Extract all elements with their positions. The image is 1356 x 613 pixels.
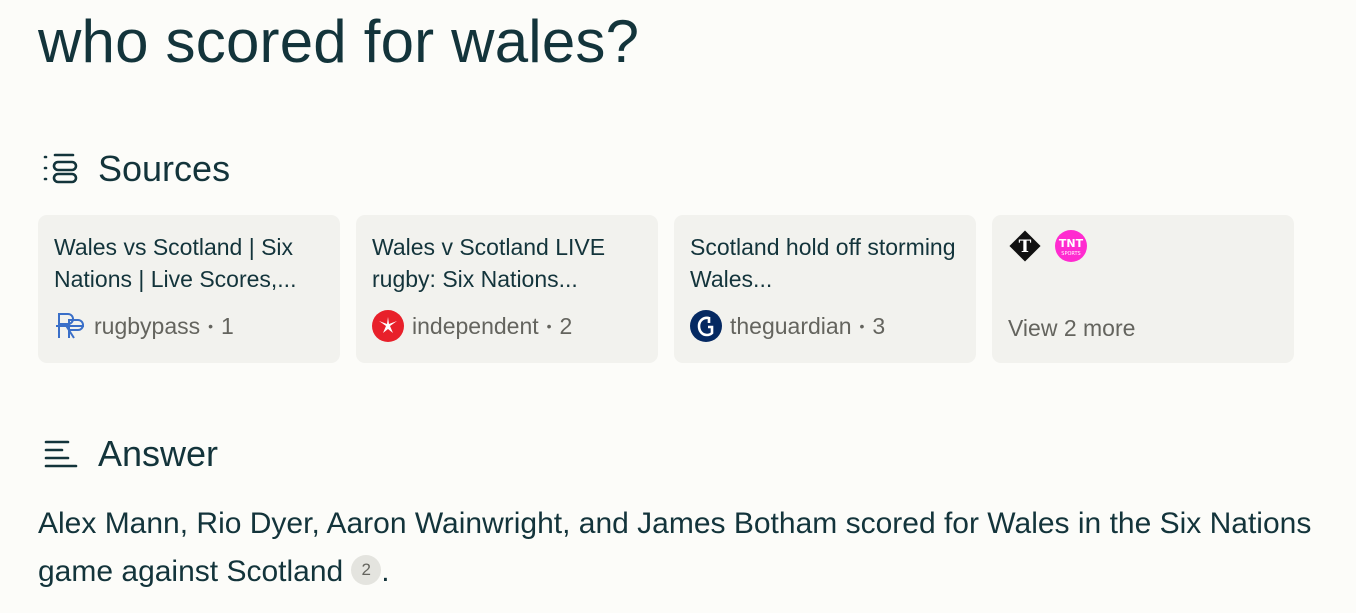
source-number: 2 (559, 312, 573, 339)
svg-text:T: T (1019, 237, 1032, 257)
answer-title: Answer (98, 433, 219, 474)
source-title: Wales v Scotland LIVE rugby: Six Nations… (372, 234, 606, 292)
view-more-sources-card[interactable]: T TNT SPORTS View 2 more (992, 215, 1294, 363)
meta-separator: • (208, 318, 214, 334)
source-meta: rugbypass • 1 (54, 310, 234, 342)
source-site: rugbypass (94, 312, 201, 339)
sources-header: Sources (42, 148, 230, 190)
sources-title: Sources (98, 148, 231, 189)
source-number: 1 (221, 312, 234, 339)
source-meta: theguardian • 3 (690, 310, 885, 342)
answer-text: Alex Mann, Rio Dyer, Aaron Wainwright, a… (38, 507, 1312, 588)
source-meta: independent • 2 (372, 310, 572, 342)
rugbypass-icon (54, 310, 86, 342)
source-card-rugbypass[interactable]: Wales vs Scotland | Six Nations | Live S… (38, 215, 340, 363)
source-title: Scotland hold off storming Wales... (690, 234, 956, 292)
answer-header: Answer (42, 433, 218, 475)
source-title: Wales vs Scotland | Six Nations | Live S… (54, 234, 297, 292)
answer-end: . (381, 555, 390, 588)
independent-icon (372, 310, 404, 342)
source-cards: Wales vs Scotland | Six Nations | Live S… (38, 215, 1294, 363)
telegraph-icon: T (1008, 229, 1042, 263)
answer-text-icon (42, 435, 80, 473)
source-site: theguardian (730, 312, 852, 339)
tnt-sub-text: SPORTS (1061, 251, 1080, 257)
answer-body: Alex Mann, Rio Dyer, Aaron Wainwright, a… (38, 500, 1328, 596)
source-site: independent (412, 312, 539, 339)
query-title: who scored for wales? (38, 8, 640, 75)
meta-separator: • (546, 318, 552, 334)
more-source-icons: T TNT SPORTS (1008, 229, 1278, 263)
source-number: 3 (872, 312, 886, 339)
tnt-text: TNT (1059, 237, 1084, 250)
source-card-theguardian[interactable]: Scotland hold off storming Wales... theg… (674, 215, 976, 363)
source-card-independent[interactable]: Wales v Scotland LIVE rugby: Six Nations… (356, 215, 658, 363)
view-more-label: View 2 more (1008, 315, 1136, 341)
citation-badge[interactable]: 2 (351, 555, 382, 585)
theguardian-icon (690, 310, 722, 342)
meta-separator: • (859, 318, 865, 334)
sources-list-icon (42, 150, 80, 188)
tnt-sports-icon: TNT SPORTS (1054, 229, 1088, 263)
